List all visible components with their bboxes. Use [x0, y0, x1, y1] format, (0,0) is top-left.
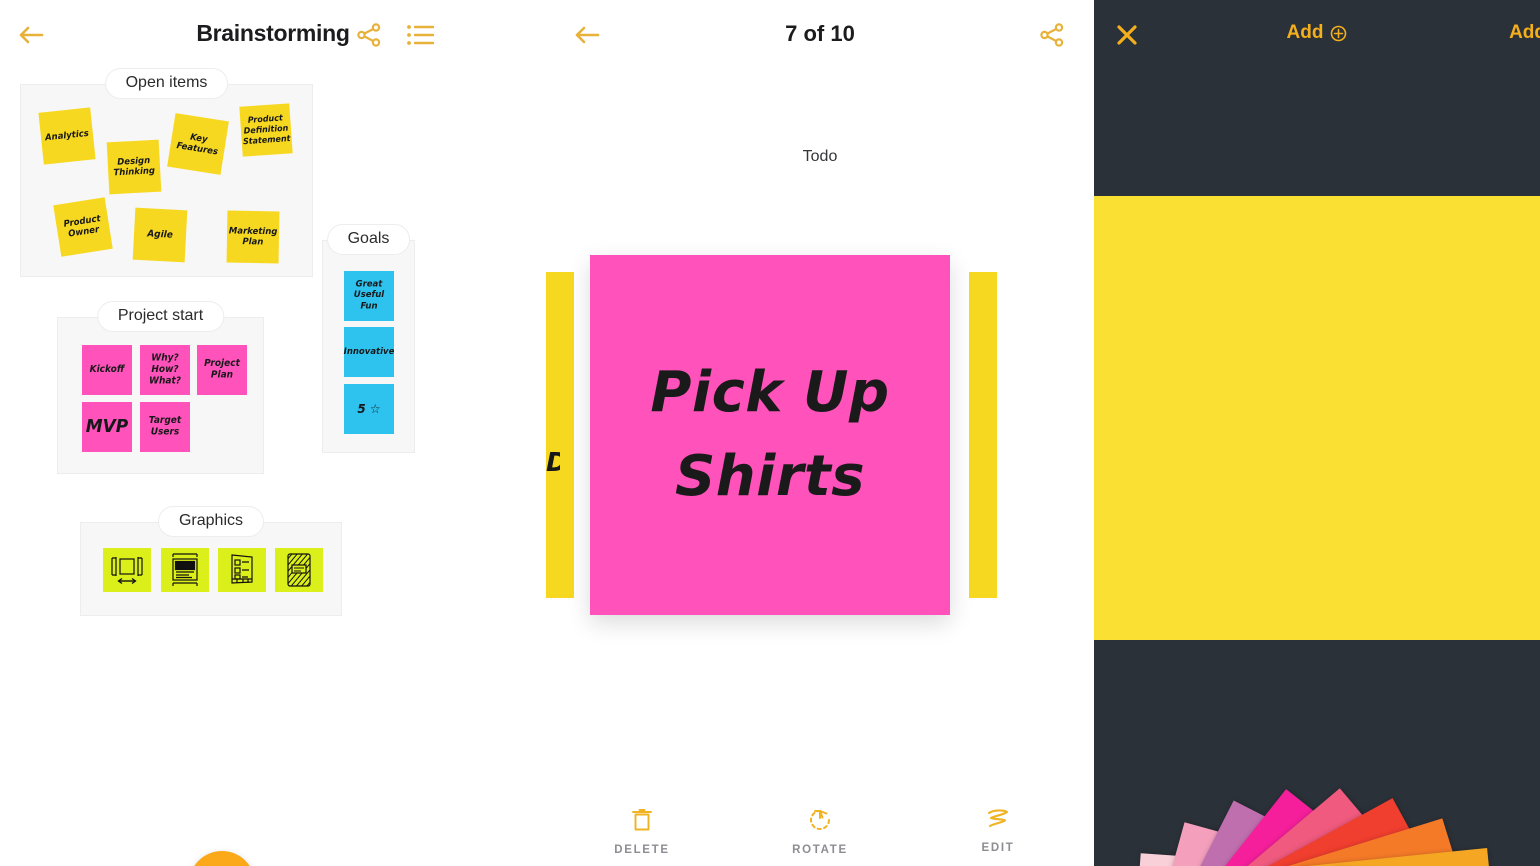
prev-note-card[interactable]: D — [546, 272, 574, 598]
section-project-start: Project start Kickoff Why? How? What? Pr… — [57, 302, 264, 474]
delete-button[interactable]: DELETE — [599, 807, 685, 856]
graphic-thumb[interactable] — [275, 548, 323, 592]
sticky-note-text: Agile — [146, 228, 174, 241]
section-open-items: Open items Analytics Design Thinking Key… — [20, 69, 313, 277]
trash-icon — [632, 809, 652, 831]
sticky-note[interactable]: Marketing Plan — [226, 210, 280, 264]
page-counter: 7 of 10 — [785, 21, 855, 46]
sticky-note[interactable]: Target Users — [140, 402, 190, 452]
note-carousel: D Pick Up Shirts — [546, 255, 1094, 615]
page-title: Brainstorming — [196, 20, 350, 46]
section-label-graphics: Graphics — [158, 507, 264, 536]
add-right-button[interactable]: Add — [1509, 22, 1540, 44]
board-canvas: Open items Analytics Design Thinking Key… — [0, 69, 546, 866]
sticky-note[interactable]: Kickoff — [82, 345, 132, 395]
graphic-thumb[interactable] — [103, 548, 151, 592]
list-icon[interactable] — [406, 22, 434, 48]
note-line: Shirts — [674, 444, 866, 509]
section-label-goals: Goals — [327, 225, 410, 254]
sticky-note-text: Key Features — [175, 131, 219, 158]
sticky-note[interactable]: Product Owner — [53, 197, 113, 257]
plus-circle-icon — [1331, 25, 1347, 41]
back-arrow-icon[interactable] — [16, 20, 46, 50]
color-fan-picker[interactable] — [1094, 640, 1540, 866]
sticky-note-text: Kickoff — [89, 364, 125, 375]
section-graphics: Graphics — [80, 507, 342, 616]
sticky-note-text: Marketing Plan — [228, 225, 278, 248]
edit-label: EDIT — [981, 842, 1015, 854]
sticky-note[interactable]: MVP — [82, 402, 132, 452]
rotate-icon — [810, 810, 830, 830]
rotate-button[interactable]: ROTATE — [777, 807, 863, 856]
sticky-note[interactable]: Innovative — [344, 327, 394, 377]
sticky-note[interactable]: Agile — [132, 207, 188, 263]
note-line: Pick Up — [650, 360, 890, 425]
add-note-panel: Add Add — [1094, 0, 1540, 866]
add-center-label: Add — [1286, 22, 1324, 43]
share-icon[interactable] — [1038, 21, 1066, 49]
sticky-note[interactable]: Key Features — [167, 113, 229, 175]
note-category-label: Todo — [802, 148, 838, 165]
sticky-note[interactable]: Why? How? What? — [140, 345, 190, 395]
sticky-note[interactable]: Great Useful Fun — [344, 271, 394, 321]
sticky-note-text: 5 ☆ — [357, 401, 381, 417]
scribble-icon — [987, 809, 1009, 828]
sticky-note[interactable]: Project Plan — [197, 345, 247, 395]
sticky-note-text: Product Definition Statement — [242, 113, 291, 147]
sketch-list-icon — [231, 554, 253, 584]
sticky-note-text: Target Users — [148, 415, 182, 438]
share-icon[interactable] — [355, 21, 383, 49]
section-goals: Goals Great Useful Fun Innovative 5 ☆ — [322, 225, 415, 453]
add-note-fab[interactable] — [189, 851, 255, 866]
current-note-card[interactable]: Pick Up Shirts — [590, 255, 950, 615]
graphic-thumb[interactable] — [161, 548, 209, 592]
sketch-article-icon — [172, 553, 198, 586]
sticky-note-text: Analytics — [44, 128, 90, 144]
sticky-note[interactable]: Analytics — [38, 107, 96, 165]
sticky-note-text: Design Thinking — [113, 155, 156, 179]
note-detail-panel: 7 of 10 Todo D Pick Up Shirts — [546, 0, 1094, 866]
sticky-note[interactable]: 5 ☆ — [344, 384, 394, 434]
sticky-note-text: Innovative — [343, 346, 395, 358]
board-panel: Brainstorming Open items Analytics Desig… — [0, 0, 546, 866]
delete-label: DELETE — [614, 844, 670, 856]
note-color-preview[interactable] — [1094, 196, 1540, 640]
prev-note-peek-text: D — [546, 448, 560, 478]
sticky-note-text: Why? How? What? — [149, 352, 181, 387]
add-center-button[interactable]: Add — [1094, 22, 1540, 44]
sticky-note-text: Great Useful Fun — [353, 279, 385, 312]
note-toolbar: DELETE ROTATE EDIT — [546, 807, 1094, 856]
sticky-note[interactable]: Design Thinking — [106, 139, 162, 195]
edit-button[interactable]: EDIT — [955, 807, 1041, 856]
sketch-shaded-icon — [287, 553, 311, 587]
section-label-open-items: Open items — [105, 69, 228, 98]
board-topbar: Brainstorming — [0, 0, 546, 70]
sketch-resize-icon — [111, 557, 143, 585]
add-panel-topbar: Add Add — [1094, 0, 1540, 70]
sticky-note[interactable]: Product Definition Statement — [239, 103, 293, 157]
sticky-note-text: MVP — [85, 416, 129, 438]
section-label-project-start: Project start — [97, 302, 224, 331]
sticky-note-text: Product Owner — [62, 213, 102, 240]
next-note-card[interactable] — [969, 272, 997, 598]
sticky-note-text: Project Plan — [204, 358, 240, 381]
graphic-thumb[interactable] — [218, 548, 266, 592]
rotate-label: ROTATE — [792, 844, 848, 856]
app-root: Brainstorming Open items Analytics Desig… — [0, 0, 1540, 866]
